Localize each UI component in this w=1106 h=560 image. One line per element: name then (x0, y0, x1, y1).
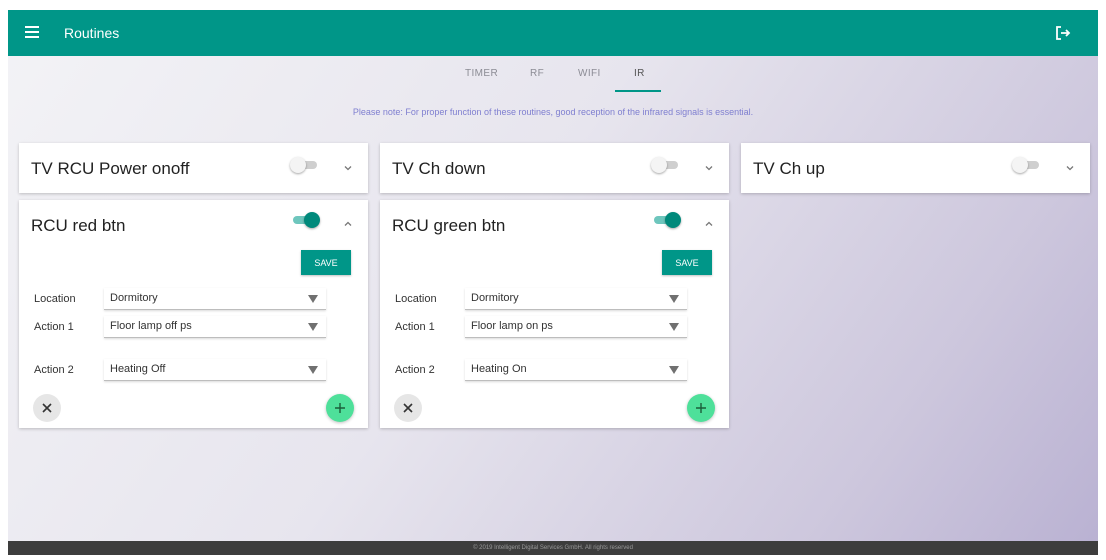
routine-title: TV Ch up (753, 159, 825, 178)
add-action-button[interactable] (326, 394, 354, 422)
location-label: Location (34, 293, 76, 305)
routine-title: RCU green btn (392, 216, 506, 235)
remove-action-button[interactable] (394, 394, 422, 422)
logout-icon[interactable] (1054, 24, 1072, 42)
save-button[interactable]: SAVE (301, 250, 351, 275)
dropdown-arrow-icon (669, 295, 679, 303)
add-action-button[interactable] (687, 394, 715, 422)
routine-enable-toggle[interactable] (290, 157, 320, 173)
save-button[interactable]: SAVE (662, 250, 712, 275)
close-icon (42, 403, 52, 413)
routine-title: RCU red btn (31, 216, 126, 235)
chevron-down-icon[interactable] (703, 161, 715, 173)
plus-icon (335, 403, 345, 413)
top-app-bar: Routines (8, 10, 1098, 56)
dropdown-arrow-icon (669, 323, 679, 331)
action2-value: Heating On (471, 363, 527, 375)
app-window: Routines TIMER RF WIFI IR Please note: F… (8, 10, 1098, 555)
routine-card-tv-ch-up: TV Ch up (741, 143, 1090, 193)
dropdown-arrow-icon (308, 323, 318, 331)
routine-type-tabs: TIMER RF WIFI IR (8, 56, 1098, 92)
routine-card-rcu-red-btn: RCU red btn SAVE Location Dormitory Acti… (19, 200, 368, 428)
action2-value: Heating Off (110, 363, 166, 375)
action1-select[interactable]: Floor lamp off ps (104, 316, 326, 338)
location-value: Dormitory (471, 292, 519, 304)
remove-action-button[interactable] (33, 394, 61, 422)
dropdown-arrow-icon (669, 366, 679, 374)
routine-card-tv-ch-down: TV Ch down (380, 143, 729, 193)
footer-copyright: © 2019 Intelligent Digital Services GmbH… (8, 541, 1098, 555)
chevron-up-icon[interactable] (703, 217, 715, 229)
dropdown-arrow-icon (308, 366, 318, 374)
tab-wifi[interactable]: WIFI (578, 68, 601, 79)
chevron-up-icon[interactable] (342, 217, 354, 229)
action1-value: Floor lamp off ps (110, 320, 192, 332)
routine-card-rcu-green-btn: RCU green btn SAVE Location Dormitory Ac… (380, 200, 729, 428)
routine-enable-toggle[interactable] (651, 212, 681, 228)
routine-title: TV Ch down (392, 159, 486, 178)
routine-enable-toggle[interactable] (651, 157, 681, 173)
location-select[interactable]: Dormitory (104, 288, 326, 310)
location-value: Dormitory (110, 292, 158, 304)
dropdown-arrow-icon (308, 295, 318, 303)
chevron-down-icon[interactable] (1064, 161, 1076, 173)
action1-select[interactable]: Floor lamp on ps (465, 316, 687, 338)
routine-enable-toggle[interactable] (1012, 157, 1042, 173)
action1-label: Action 1 (34, 321, 74, 333)
tab-timer[interactable]: TIMER (465, 68, 498, 79)
location-label: Location (395, 293, 437, 305)
tab-ir[interactable]: IR (634, 68, 645, 79)
chevron-down-icon[interactable] (342, 161, 354, 173)
close-icon (403, 403, 413, 413)
ir-reception-note: Please note: For proper function of thes… (352, 107, 754, 117)
hamburger-menu-icon[interactable] (25, 26, 39, 38)
page-title: Routines (64, 25, 120, 41)
action1-value: Floor lamp on ps (471, 320, 553, 332)
location-select[interactable]: Dormitory (465, 288, 687, 310)
action2-label: Action 2 (34, 364, 74, 376)
action2-select[interactable]: Heating Off (104, 359, 326, 381)
action2-label: Action 2 (395, 364, 435, 376)
tab-rf[interactable]: RF (530, 68, 544, 79)
plus-icon (696, 403, 706, 413)
action1-label: Action 1 (395, 321, 435, 333)
routine-title: TV RCU Power onoff (31, 159, 190, 178)
routine-enable-toggle[interactable] (290, 212, 320, 228)
action2-select[interactable]: Heating On (465, 359, 687, 381)
active-tab-indicator (615, 90, 661, 92)
routine-card-tv-rcu-power-onoff: TV RCU Power onoff (19, 143, 368, 193)
